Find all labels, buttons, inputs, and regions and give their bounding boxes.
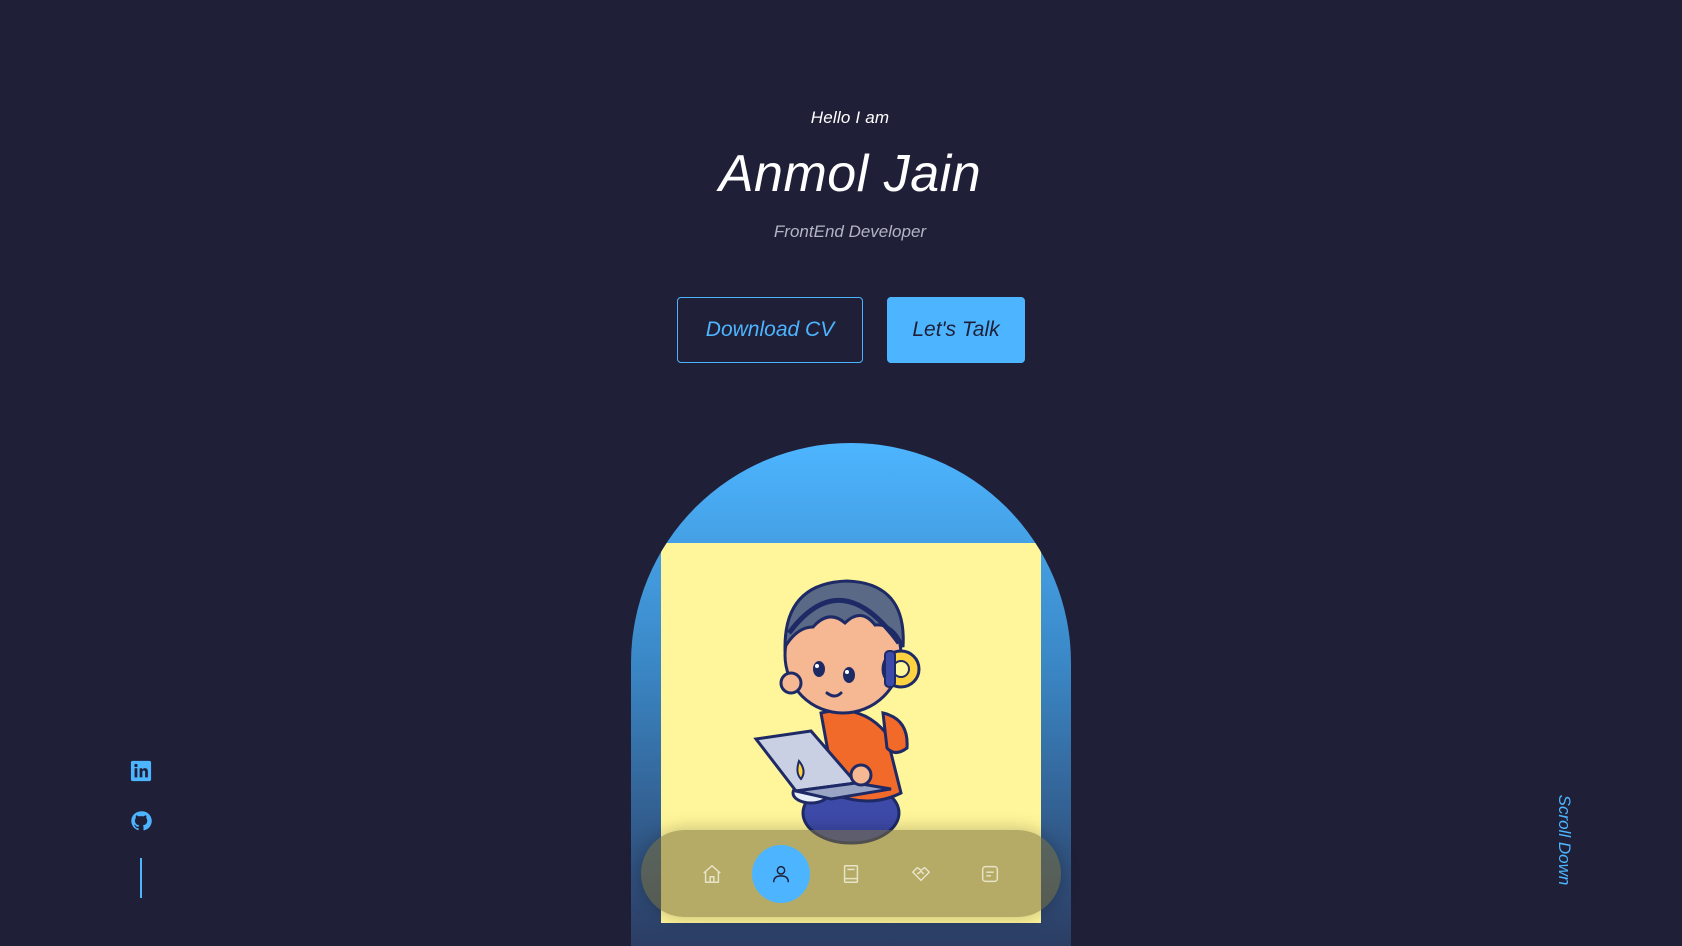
handshake-icon <box>911 866 930 881</box>
lets-talk-button[interactable]: Let's Talk <box>887 297 1025 363</box>
download-cv-button[interactable]: Download CV <box>677 297 863 363</box>
linkedin-link[interactable] <box>128 758 154 784</box>
scroll-down-label: Scroll Down <box>1555 794 1574 886</box>
nav-home[interactable] <box>683 845 741 903</box>
nav-contact[interactable] <box>961 845 1019 903</box>
github-icon <box>131 811 152 831</box>
nav-services[interactable] <box>892 845 950 903</box>
page-title: Anmol Jain <box>718 145 982 203</box>
social-links <box>128 758 154 898</box>
message-icon <box>982 865 999 882</box>
book-icon <box>843 864 859 883</box>
role-subtitle: FrontEnd Developer <box>773 222 927 241</box>
greeting-text: Hello I am <box>810 108 890 127</box>
scroll-down-link[interactable]: Scroll Down <box>1552 788 1576 892</box>
user-icon <box>773 865 790 882</box>
github-link[interactable] <box>128 808 154 834</box>
linkedin-icon <box>130 760 152 782</box>
nav-experience[interactable] <box>822 845 880 903</box>
nav-about[interactable] <box>752 844 811 903</box>
portfolio-page: Hello I am Anmol Jain FrontEnd Developer… <box>0 0 1682 946</box>
social-divider <box>140 858 142 898</box>
bottom-nav <box>641 830 1061 917</box>
home-icon <box>703 864 721 883</box>
